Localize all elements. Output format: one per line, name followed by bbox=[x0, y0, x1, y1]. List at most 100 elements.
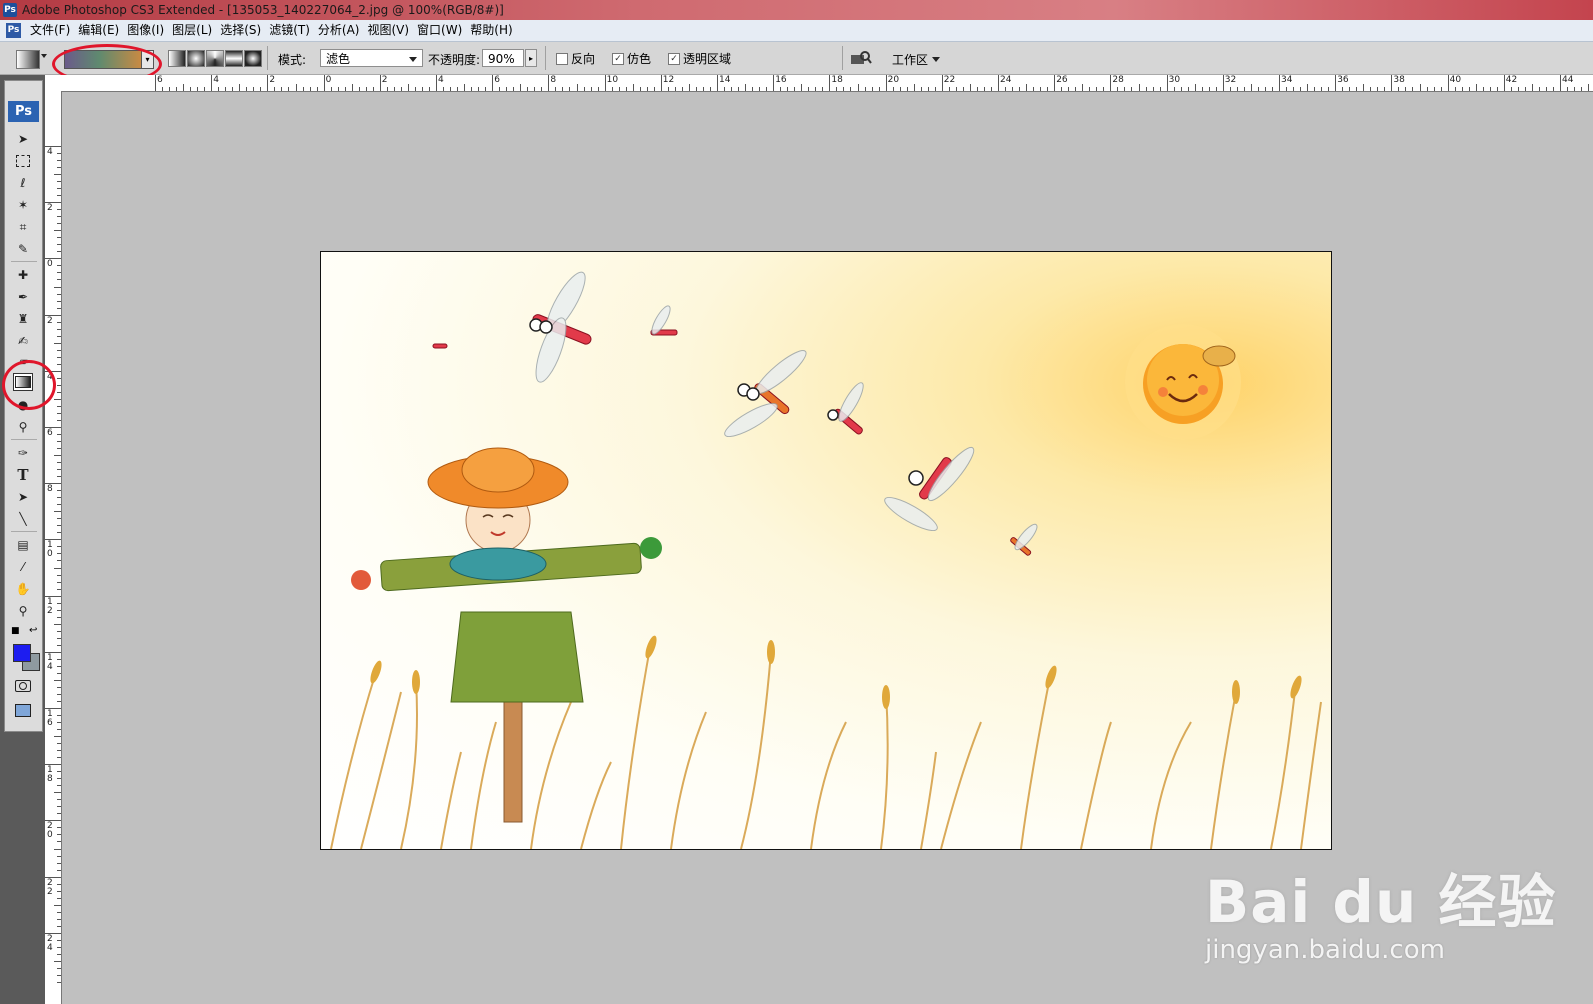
clone-stamp-tool-icon[interactable]: ♜ bbox=[13, 310, 33, 328]
ruler-minor-tick bbox=[309, 87, 311, 91]
brush-tool-icon[interactable]: ✒ bbox=[13, 288, 33, 306]
menu-help[interactable]: 帮助(H) bbox=[469, 23, 519, 38]
ruler-minor-tick bbox=[57, 918, 61, 920]
watermark-logo-text: Bai du 经验 bbox=[1205, 868, 1557, 936]
menu-image[interactable]: 图像(I) bbox=[126, 23, 171, 38]
dither-checkbox[interactable]: ✓ 仿色 bbox=[612, 50, 651, 67]
reverse-checkbox[interactable]: 反向 bbox=[556, 50, 595, 67]
ruler-minor-tick bbox=[57, 307, 61, 309]
opacity-slider-button[interactable]: ▸ bbox=[525, 49, 537, 67]
ruler-minor-tick bbox=[955, 87, 957, 91]
angle-gradient-button[interactable] bbox=[206, 50, 224, 67]
ruler-minor-tick bbox=[681, 87, 683, 91]
blend-mode-select[interactable]: 滤色 bbox=[320, 49, 423, 67]
ruler-minor-tick bbox=[653, 87, 655, 91]
ruler-minor-tick bbox=[162, 87, 164, 91]
screen-mode-icon[interactable] bbox=[13, 701, 33, 719]
ruler-minor-tick bbox=[1187, 87, 1189, 91]
ruler-major-tick bbox=[323, 75, 325, 91]
divider bbox=[545, 46, 546, 70]
crop-tool-icon[interactable]: ⌗ bbox=[13, 218, 33, 236]
zoom-tool-icon[interactable]: ⚲ bbox=[13, 602, 33, 620]
ruler-minor-tick bbox=[1145, 87, 1147, 91]
chevron-down-icon[interactable] bbox=[41, 54, 47, 58]
diamond-gradient-button[interactable] bbox=[244, 50, 262, 67]
reflected-gradient-button[interactable] bbox=[225, 50, 243, 67]
ruler-minor-tick bbox=[57, 799, 61, 801]
bridge-icon[interactable] bbox=[850, 50, 872, 66]
ruler-minor-tick bbox=[1117, 87, 1119, 91]
ruler-minor-tick bbox=[57, 391, 61, 393]
swap-colors-icon[interactable]: ↩ bbox=[29, 625, 37, 636]
menu-layer[interactable]: 图层(L) bbox=[171, 23, 219, 38]
vertical-ruler[interactable]: 42024681012141618202224 bbox=[45, 91, 62, 1004]
ruler-origin[interactable] bbox=[45, 75, 63, 92]
ruler-minor-tick bbox=[183, 84, 185, 91]
radial-gradient-button[interactable] bbox=[187, 50, 205, 67]
healing-brush-tool-icon[interactable]: ✚ bbox=[13, 266, 33, 284]
opacity-input[interactable]: 90% bbox=[482, 49, 524, 67]
horizontal-ruler[interactable]: 6 4 2 0 2 4 6 8 10 12 14 16 18 20 22 24 26 28 30 32 34 36 38 40… bbox=[62, 75, 1593, 92]
dodge-tool-icon[interactable]: ⚲ bbox=[13, 418, 33, 436]
ruler-label: 6 bbox=[47, 428, 53, 438]
ruler-label: 12 bbox=[47, 596, 53, 616]
opacity-label: 不透明度: bbox=[428, 53, 481, 67]
menu-window[interactable]: 窗口(W) bbox=[416, 23, 469, 38]
ruler-minor-tick bbox=[443, 87, 445, 91]
ruler-major-tick bbox=[717, 75, 718, 91]
ruler-label: 16 bbox=[47, 709, 53, 728]
linear-gradient-button[interactable] bbox=[168, 50, 186, 67]
hand-tool-icon[interactable]: ✋ bbox=[13, 580, 33, 598]
foreground-color-swatch[interactable] bbox=[13, 644, 31, 662]
ruler-minor-tick bbox=[450, 87, 452, 91]
ruler-minor-tick bbox=[57, 265, 61, 267]
magic-wand-tool-icon[interactable]: ✶ bbox=[13, 196, 33, 214]
photoshop-logo[interactable]: Ps bbox=[8, 101, 39, 122]
tool-preset-picker[interactable] bbox=[16, 50, 40, 69]
ruler-label: 4 bbox=[438, 75, 444, 85]
ruler-minor-tick bbox=[611, 87, 613, 91]
ruler-minor-tick bbox=[702, 87, 704, 91]
transparency-checkbox[interactable]: ✓ 透明区域 bbox=[668, 50, 731, 67]
menu-view[interactable]: 视图(V) bbox=[366, 23, 416, 38]
menu-select[interactable]: 选择(S) bbox=[219, 23, 268, 38]
menu-edit[interactable]: 编辑(E) bbox=[77, 23, 126, 38]
ruler-minor-tick bbox=[1033, 87, 1035, 91]
ruler-minor-tick bbox=[1531, 84, 1533, 91]
ruler-minor-tick bbox=[731, 87, 733, 91]
ruler-minor-tick bbox=[1307, 84, 1309, 91]
ruler-minor-tick bbox=[407, 84, 409, 91]
path-selection-tool-icon[interactable]: ➤ bbox=[13, 488, 33, 506]
ruler-minor-tick bbox=[218, 87, 220, 91]
line-tool-icon[interactable]: ╲ bbox=[13, 510, 33, 528]
ruler-minor-tick bbox=[428, 87, 430, 91]
workspace-menu[interactable]: 工作区 bbox=[892, 51, 941, 68]
ruler-minor-tick bbox=[871, 87, 873, 91]
marquee-tool-icon[interactable] bbox=[13, 152, 33, 170]
lasso-tool-icon[interactable]: ℓ bbox=[13, 174, 33, 192]
menu-file[interactable]: 文件(F) bbox=[29, 23, 77, 38]
menu-analysis[interactable]: 分析(A) bbox=[317, 23, 367, 38]
ruler-minor-tick bbox=[57, 272, 61, 274]
eyedropper-tool-icon[interactable]: ⁄ bbox=[13, 558, 33, 576]
type-tool-icon[interactable]: T bbox=[13, 466, 33, 484]
default-colors-icon[interactable]: ■ bbox=[11, 626, 20, 636]
notes-tool-icon[interactable]: ▤ bbox=[13, 536, 33, 554]
photoshop-doc-icon[interactable]: Ps bbox=[6, 23, 21, 38]
ruler-minor-tick bbox=[57, 827, 61, 829]
tool-options-bar: ▾ 模式: 滤色 不透明度: 90% ▸ 反向 ✓ 仿色 ✓ 透明区域 工作区 bbox=[0, 42, 1593, 84]
slice-tool-icon[interactable]: ✎ bbox=[13, 240, 33, 258]
ruler-label: 14 bbox=[719, 75, 731, 85]
quick-mask-icon[interactable] bbox=[13, 677, 33, 695]
ruler-minor-tick bbox=[57, 602, 61, 604]
document-image[interactable] bbox=[320, 251, 1332, 850]
ruler-minor-tick bbox=[54, 623, 61, 625]
history-brush-tool-icon[interactable]: ✍ bbox=[13, 332, 33, 350]
ruler-minor-tick bbox=[1194, 84, 1196, 91]
pen-tool-icon[interactable]: ✑ bbox=[13, 444, 33, 462]
move-tool-icon[interactable]: ➤ bbox=[13, 130, 33, 148]
ruler-label: 14 bbox=[47, 652, 53, 672]
ruler-minor-tick bbox=[274, 87, 276, 91]
menu-filter[interactable]: 滤镜(T) bbox=[268, 23, 317, 38]
divider bbox=[267, 46, 268, 70]
